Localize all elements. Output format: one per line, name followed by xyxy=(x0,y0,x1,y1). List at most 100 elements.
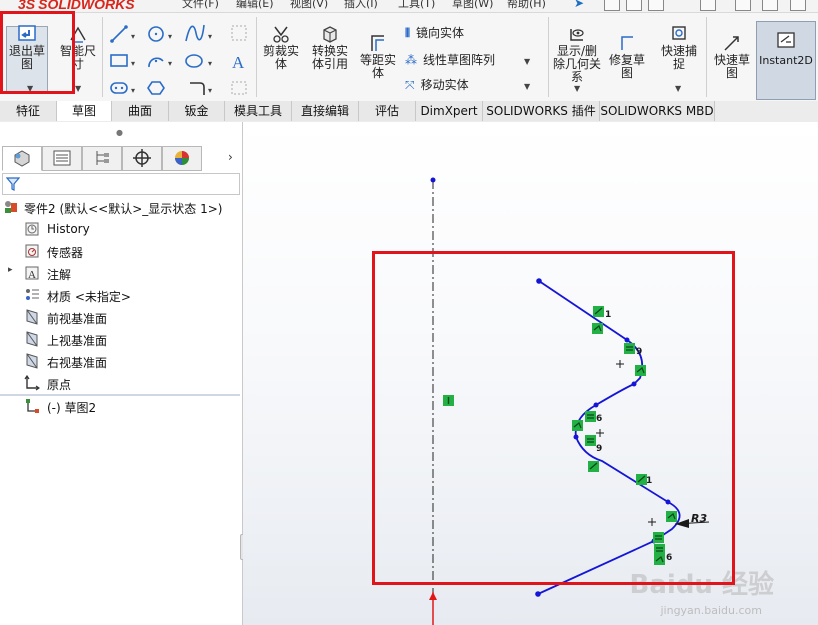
tab-surfaces[interactable]: 曲面 xyxy=(112,101,169,121)
display-relations-icon xyxy=(570,29,584,41)
exit-sketch-highlight-box xyxy=(0,11,75,94)
display-relations-dropdown-icon[interactable]: ▼ xyxy=(574,84,580,93)
tree-item-origin[interactable]: 原点 xyxy=(47,376,71,393)
slot-icon xyxy=(110,82,128,94)
menu-help[interactable]: 帮助(H) xyxy=(507,0,546,11)
mirror-icon: ⫴ xyxy=(405,26,411,40)
trim-entities-button[interactable]: 剪裁实体 xyxy=(259,24,303,71)
menu-bar: 3S SOLIDWORKS 文件(F) 编辑(E) 视图(V) 插入(I) 工具(… xyxy=(0,0,818,13)
dimxpert-icon xyxy=(133,149,151,167)
display-manager-tab[interactable] xyxy=(162,146,202,171)
sketch-tools-grid: ▾ ▾ ▾ ▾ ▾ ▾ A ▾ ▾ xyxy=(110,24,247,95)
smart-dimension-dropdown-icon[interactable]: ▼ xyxy=(75,84,81,93)
convert-icon xyxy=(323,26,337,43)
tab-evaluate[interactable]: 评估 xyxy=(359,101,416,121)
origin-icon xyxy=(24,375,40,391)
print-icon[interactable] xyxy=(700,0,716,11)
move-entities-dropdown-icon[interactable]: ▼ xyxy=(524,82,530,91)
convert-entities-button[interactable]: 转换实体引用 xyxy=(306,24,354,71)
display-manager-icon xyxy=(175,151,189,165)
rebuild-icon[interactable] xyxy=(790,0,806,11)
repair-sketch-button[interactable]: 修复草图 xyxy=(604,33,650,80)
tab-solidworks-mbd[interactable]: SOLIDWORKS MBD xyxy=(600,101,715,121)
tree-item-top-plane[interactable]: 上视基准面 xyxy=(47,332,107,349)
configuration-manager-icon xyxy=(96,151,109,165)
menu-tools[interactable]: 工具(T) xyxy=(398,0,435,11)
tree-item-material[interactable]: 材质 <未指定> xyxy=(47,288,131,305)
feature-manager-tab[interactable] xyxy=(2,146,42,171)
circle-icon xyxy=(148,26,164,42)
rectangle-icon xyxy=(110,54,128,67)
move-entities-button[interactable]: ⤧ 移动实体 xyxy=(405,76,469,93)
dimxpert-manager-tab[interactable] xyxy=(122,146,162,171)
tab-dimxpert[interactable]: DimXpert xyxy=(416,101,483,121)
svg-text:▾: ▾ xyxy=(208,59,212,68)
property-manager-tab[interactable] xyxy=(42,146,82,171)
tab-sheet-metal[interactable]: 钣金 xyxy=(169,101,225,121)
display-relations-button[interactable]: 显示/删除几何关系 xyxy=(552,24,602,84)
tree-item-history[interactable]: History xyxy=(47,222,90,236)
tree-item-sketch2[interactable]: (-) 草图2 xyxy=(47,399,96,416)
hexagon-icon xyxy=(147,81,165,95)
tab-mold-tools[interactable]: 模具工具 xyxy=(225,101,292,121)
select-icon[interactable] xyxy=(762,0,778,11)
tab-features[interactable]: 特征 xyxy=(0,101,57,121)
tree-item-front-plane[interactable]: 前视基准面 xyxy=(47,310,107,327)
open-doc-icon[interactable] xyxy=(626,0,642,11)
tree-item-right-plane[interactable]: 右视基准面 xyxy=(47,354,107,371)
expand-annotations-icon[interactable]: ▸ xyxy=(8,265,13,275)
feature-tree-icon xyxy=(14,150,30,167)
sketch-face-icon xyxy=(231,25,247,41)
tab-solidworks-addins[interactable]: SOLIDWORKS 插件 xyxy=(483,101,600,121)
property-manager-icon xyxy=(53,150,71,166)
quick-snaps-button[interactable]: 快速捕捉 xyxy=(655,24,703,71)
rapid-sketch-icon xyxy=(724,36,739,51)
svg-text:A: A xyxy=(28,269,36,281)
new-doc-icon[interactable] xyxy=(604,0,620,11)
tab-direct-editing[interactable]: 直接编辑 xyxy=(292,101,359,121)
offset-icon xyxy=(371,35,384,51)
configuration-manager-tab[interactable] xyxy=(82,146,122,171)
instant2d-button[interactable]: Instant2D xyxy=(756,21,816,100)
linear-pattern-dropdown-icon[interactable]: ▼ xyxy=(524,57,530,66)
menu-view[interactable]: 视图(V) xyxy=(290,0,328,11)
tree-item-sensors[interactable]: 传感器 xyxy=(47,244,83,261)
centerline-endpoint[interactable] xyxy=(430,177,436,183)
save-icon[interactable] xyxy=(648,0,664,11)
menu-file[interactable]: 文件(F) xyxy=(182,0,219,11)
sketch-highlight-box xyxy=(372,251,735,585)
instant2d-icon xyxy=(777,32,795,48)
svg-text:▾: ▾ xyxy=(168,32,172,41)
tab-sketch[interactable]: 草图 xyxy=(57,101,112,121)
sketch-icon xyxy=(26,399,39,413)
front-plane-icon xyxy=(26,309,38,325)
arc-icon xyxy=(148,57,164,68)
pin-icon[interactable]: ➤ xyxy=(574,0,584,10)
material-icon xyxy=(26,289,39,300)
pane-grip-icon[interactable]: ● xyxy=(116,128,123,137)
menu-insert[interactable]: 插入(I) xyxy=(344,0,378,11)
pane-scroll-right-icon[interactable]: › xyxy=(228,150,233,164)
rapid-sketch-button[interactable]: 快速草图 xyxy=(709,33,755,80)
tree-filter[interactable] xyxy=(2,173,240,195)
history-folder-icon xyxy=(25,222,39,236)
text-tool-icon: A xyxy=(232,53,245,72)
sketch-endpoint[interactable] xyxy=(535,591,541,597)
quick-snaps-dropdown-icon[interactable]: ▼ xyxy=(675,84,681,93)
move-icon: ⤧ xyxy=(405,78,415,92)
undo-icon[interactable] xyxy=(735,0,751,11)
linear-pattern-button[interactable]: ⁂ 线性草图阵列 xyxy=(405,51,495,68)
menu-edit[interactable]: 编辑(E) xyxy=(236,0,274,11)
tree-root-part[interactable]: 零件2 (默认<<默认>_显示状态 1>) xyxy=(24,200,222,217)
command-manager-ribbon: 退出草图 ▼ 智能尺寸 ▼ ▾ ▾ ▾ ▾ ▾ ▾ A ▾ ▾ 剪裁实体 转换实… xyxy=(0,13,818,102)
feature-manager-pane: ● › 零件2 (默认<<默认>_显示状态 1>) History 传感器 ▸ … xyxy=(0,122,243,625)
mirror-entities-button[interactable]: ⫴ 镜向实体 xyxy=(405,24,464,41)
linear-pattern-icon: ⁂ xyxy=(405,53,417,67)
menu-sketch[interactable]: 草图(W) xyxy=(452,0,493,11)
tree-item-annotations[interactable]: 注解 xyxy=(47,266,71,283)
tree-rollback-divider xyxy=(0,394,240,396)
baidu-watermark-url: jingyan.baidu.com xyxy=(660,604,762,617)
offset-entities-button[interactable]: 等距实体 xyxy=(356,33,400,80)
right-plane-icon xyxy=(26,353,38,369)
annotation-icon: A xyxy=(25,266,39,281)
